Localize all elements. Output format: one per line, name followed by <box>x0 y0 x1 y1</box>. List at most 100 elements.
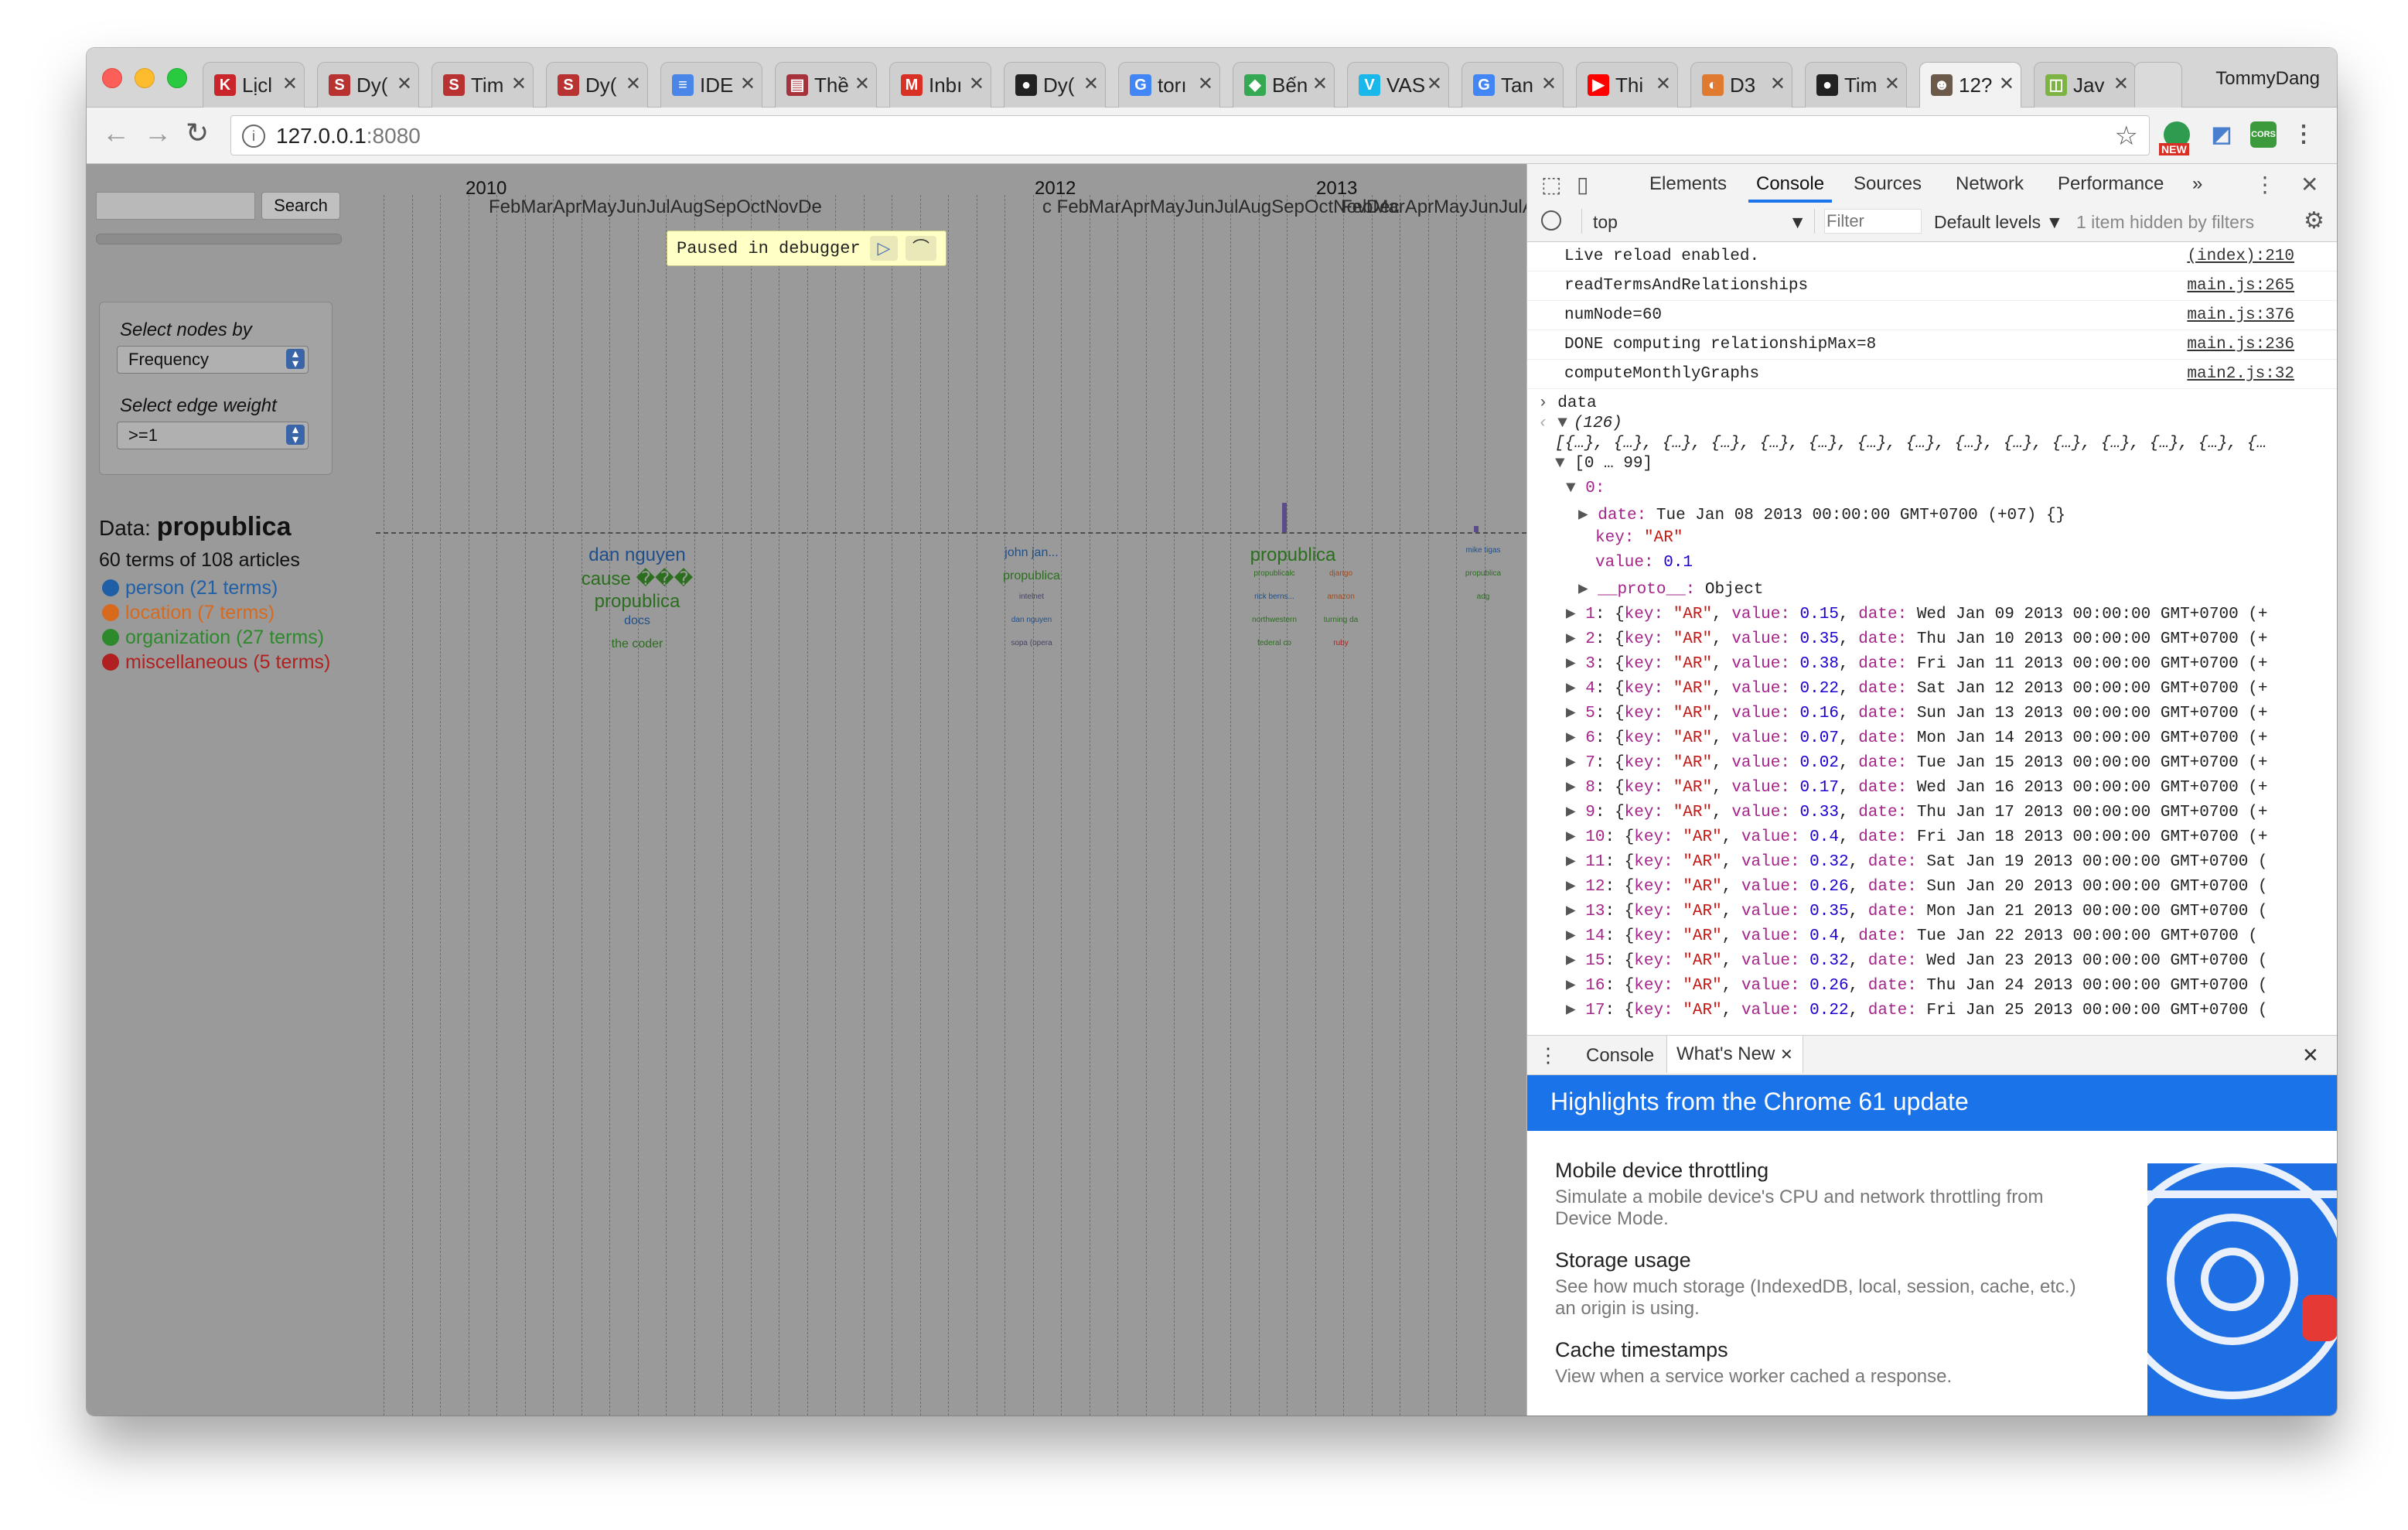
close-tab-icon[interactable]: ✕ <box>282 73 298 95</box>
term-label[interactable]: the coder <box>612 637 663 651</box>
tab-sources[interactable]: Sources <box>1854 173 1922 195</box>
term-label[interactable]: mike tigas <box>1465 546 1500 555</box>
tab-performance[interactable]: Performance <box>2058 173 2164 195</box>
browser-tab[interactable]: ● Dy(✕ <box>1004 62 1106 108</box>
select-nodes-dropdown[interactable]: Frequency ▴ ▾ <box>117 346 309 374</box>
array-entry-row[interactable]: ▶ 12: {key: "AR", value: 0.26, date: Sun… <box>1566 876 2268 896</box>
close-drawer-icon[interactable]: ✕ <box>2302 1043 2319 1067</box>
info-icon[interactable]: i <box>242 125 265 148</box>
log-levels-dropdown[interactable]: Default levels ▼ <box>1934 212 2063 233</box>
term-label[interactable]: sopa (opera <box>1011 639 1052 647</box>
term-label[interactable]: federal co <box>1257 639 1291 647</box>
feature-title[interactable]: Storage usage <box>1555 1248 1691 1272</box>
array-entry-row[interactable]: ▶ 3: {key: "AR", value: 0.38, date: Fri … <box>1566 653 2268 673</box>
close-tab-icon[interactable]: ✕ <box>1999 73 2014 95</box>
close-window-button[interactable] <box>102 68 122 88</box>
close-tab-icon[interactable]: ✕ <box>1083 73 1099 95</box>
array-entry-row[interactable]: ▶ 15: {key: "AR", value: 0.32, date: Wed… <box>1566 950 2268 970</box>
tab-elements[interactable]: Elements <box>1649 173 1727 195</box>
browser-tab[interactable]: S Dy(✕ <box>317 62 419 108</box>
close-devtools-icon[interactable]: ✕ <box>2301 172 2318 197</box>
array-entry-row[interactable]: ▶ 14: {key: "AR", value: 0.4, date: Tue … <box>1566 925 2258 945</box>
feature-title[interactable]: Cache timestamps <box>1555 1338 1728 1362</box>
devtools-menu-icon[interactable]: ⋮ <box>2254 172 2276 197</box>
new-tab-button[interactable] <box>2134 62 2182 108</box>
term-label[interactable]: docs <box>624 614 650 628</box>
term-label[interactable]: intelnet <box>1019 593 1044 601</box>
log-source-link[interactable]: main.js:236 <box>2187 336 2294 353</box>
cast-icon[interactable]: ◩ <box>2208 121 2235 148</box>
range-group[interactable]: ▼ [0 … 99] <box>1555 455 1653 473</box>
drawer-tab-whats-new[interactable]: What's New ✕ <box>1666 1036 1803 1073</box>
result-header[interactable]: ‹ ▼ (126) <box>1538 415 1622 432</box>
array-entry-row[interactable]: ▶ 8: {key: "AR", value: 0.17, date: Wed … <box>1566 777 2268 797</box>
array-entry-row[interactable]: ▶ 4: {key: "AR", value: 0.22, date: Sat … <box>1566 678 2268 698</box>
back-button[interactable]: ← <box>102 117 130 149</box>
close-tab-icon[interactable]: ✕ <box>854 73 870 95</box>
term-label[interactable]: ruby <box>1333 639 1348 647</box>
array-entry-row[interactable]: ▶ 5: {key: "AR", value: 0.16, date: Sun … <box>1566 702 2268 722</box>
close-tab-icon[interactable]: ✕ <box>1770 73 1786 95</box>
profile-name[interactable]: TommyDang <box>2215 68 2320 90</box>
term-label[interactable]: john jan... <box>1004 546 1058 560</box>
term-label[interactable]: amazon <box>1327 593 1355 601</box>
time-slider[interactable] <box>96 234 342 244</box>
address-bar[interactable]: i 127.0.0.1:8080 ☆ <box>230 115 2150 155</box>
browser-tab[interactable]: ≡ IDE ✕ <box>660 62 762 108</box>
close-tab-icon[interactable]: ✕ <box>1198 73 1213 95</box>
browser-tab[interactable]: ◐ D3 ✕ <box>1690 62 1792 108</box>
legend-item[interactable]: location (7 terms) <box>102 602 275 624</box>
search-button[interactable]: Search <box>261 192 340 220</box>
term-label[interactable]: northwestern <box>1252 616 1297 624</box>
array-entry-row[interactable]: ▶ 17: {key: "AR", value: 0.22, date: Fri… <box>1566 999 2268 1019</box>
resume-icon[interactable]: ▷ <box>870 236 898 261</box>
close-tab-icon[interactable]: ✕ <box>1884 73 1900 95</box>
term-label[interactable]: propublica <box>595 591 680 613</box>
array-entry-row[interactable]: ▶ 16: {key: "AR", value: 0.26, date: Thu… <box>1566 975 2268 995</box>
browser-tab[interactable]: K Lịcl ✕ <box>203 62 305 108</box>
legend-item[interactable]: organization (27 terms) <box>102 627 324 649</box>
drawer-menu-icon[interactable]: ⋮ <box>1538 1043 1558 1067</box>
close-tab-icon[interactable]: ✕ <box>1427 73 1442 95</box>
context-selector[interactable]: top ▼ <box>1581 209 1815 234</box>
log-source-link[interactable]: main.js:265 <box>2187 277 2294 295</box>
browser-tab[interactable]: ◆ Bến ✕ <box>1233 62 1335 108</box>
reload-button[interactable]: ↻ <box>186 117 209 149</box>
inspect-element-icon[interactable]: ⬚ <box>1541 172 1561 197</box>
term-label[interactable]: cause ��� <box>582 568 694 590</box>
close-tab-icon[interactable]: ✕ <box>1780 1047 1793 1064</box>
browser-tab[interactable]: ▶ Thi ✕ <box>1576 62 1678 108</box>
step-over-icon[interactable]: ⌒ <box>906 236 936 261</box>
browser-tab[interactable]: ● Tim ✕ <box>1805 62 1907 108</box>
item-0[interactable]: ▼ 0: <box>1566 480 1605 497</box>
browser-tab[interactable]: Gtorı ✕ <box>1118 62 1220 108</box>
chrome-menu-icon[interactable]: ⋮ <box>2290 121 2317 148</box>
drawer-tab-console[interactable]: Console <box>1586 1045 1654 1067</box>
tab-network[interactable]: Network <box>1956 173 2024 195</box>
console-settings-icon[interactable]: ⚙ <box>2304 207 2324 234</box>
term-label[interactable]: turning da <box>1324 616 1358 624</box>
close-tab-icon[interactable]: ✕ <box>511 73 527 95</box>
close-tab-icon[interactable]: ✕ <box>397 73 412 95</box>
term-label[interactable]: propublica <box>1003 569 1060 583</box>
browser-tab[interactable]: S Tim ✕ <box>431 62 534 108</box>
close-tab-icon[interactable]: ✕ <box>1541 73 1557 95</box>
log-source-link[interactable]: (index):210 <box>2187 248 2294 265</box>
close-tab-icon[interactable]: ✕ <box>1312 73 1328 95</box>
log-source-link[interactable]: main.js:376 <box>2187 306 2294 324</box>
legend-item[interactable]: person (21 terms) <box>102 577 278 599</box>
clear-console-icon[interactable] <box>1541 210 1561 231</box>
array-entry-row[interactable]: ▶ 10: {key: "AR", value: 0.4, date: Fri … <box>1566 826 2268 846</box>
object-property[interactable]: key: "AR" <box>1595 529 1683 547</box>
legend-item[interactable]: miscellaneous (5 terms) <box>102 651 330 674</box>
log-source-link[interactable]: main2.js:32 <box>2187 365 2294 383</box>
console-filter-input[interactable] <box>1824 209 1922 234</box>
array-entry-row[interactable]: ▶ 11: {key: "AR", value: 0.32, date: Sat… <box>1566 851 2268 871</box>
array-entry-row[interactable]: ▶ 6: {key: "AR", value: 0.07, date: Mon … <box>1566 727 2268 747</box>
array-entry-row[interactable]: ▶ 2: {key: "AR", value: 0.35, date: Thu … <box>1566 628 2268 648</box>
zoom-window-button[interactable] <box>167 68 187 88</box>
search-input[interactable] <box>96 192 255 220</box>
array-entry-row[interactable]: ▶ 9: {key: "AR", value: 0.33, date: Thu … <box>1566 801 2268 821</box>
term-label[interactable]: rick berns... <box>1254 593 1294 601</box>
tab-console[interactable]: Console <box>1756 173 1824 195</box>
